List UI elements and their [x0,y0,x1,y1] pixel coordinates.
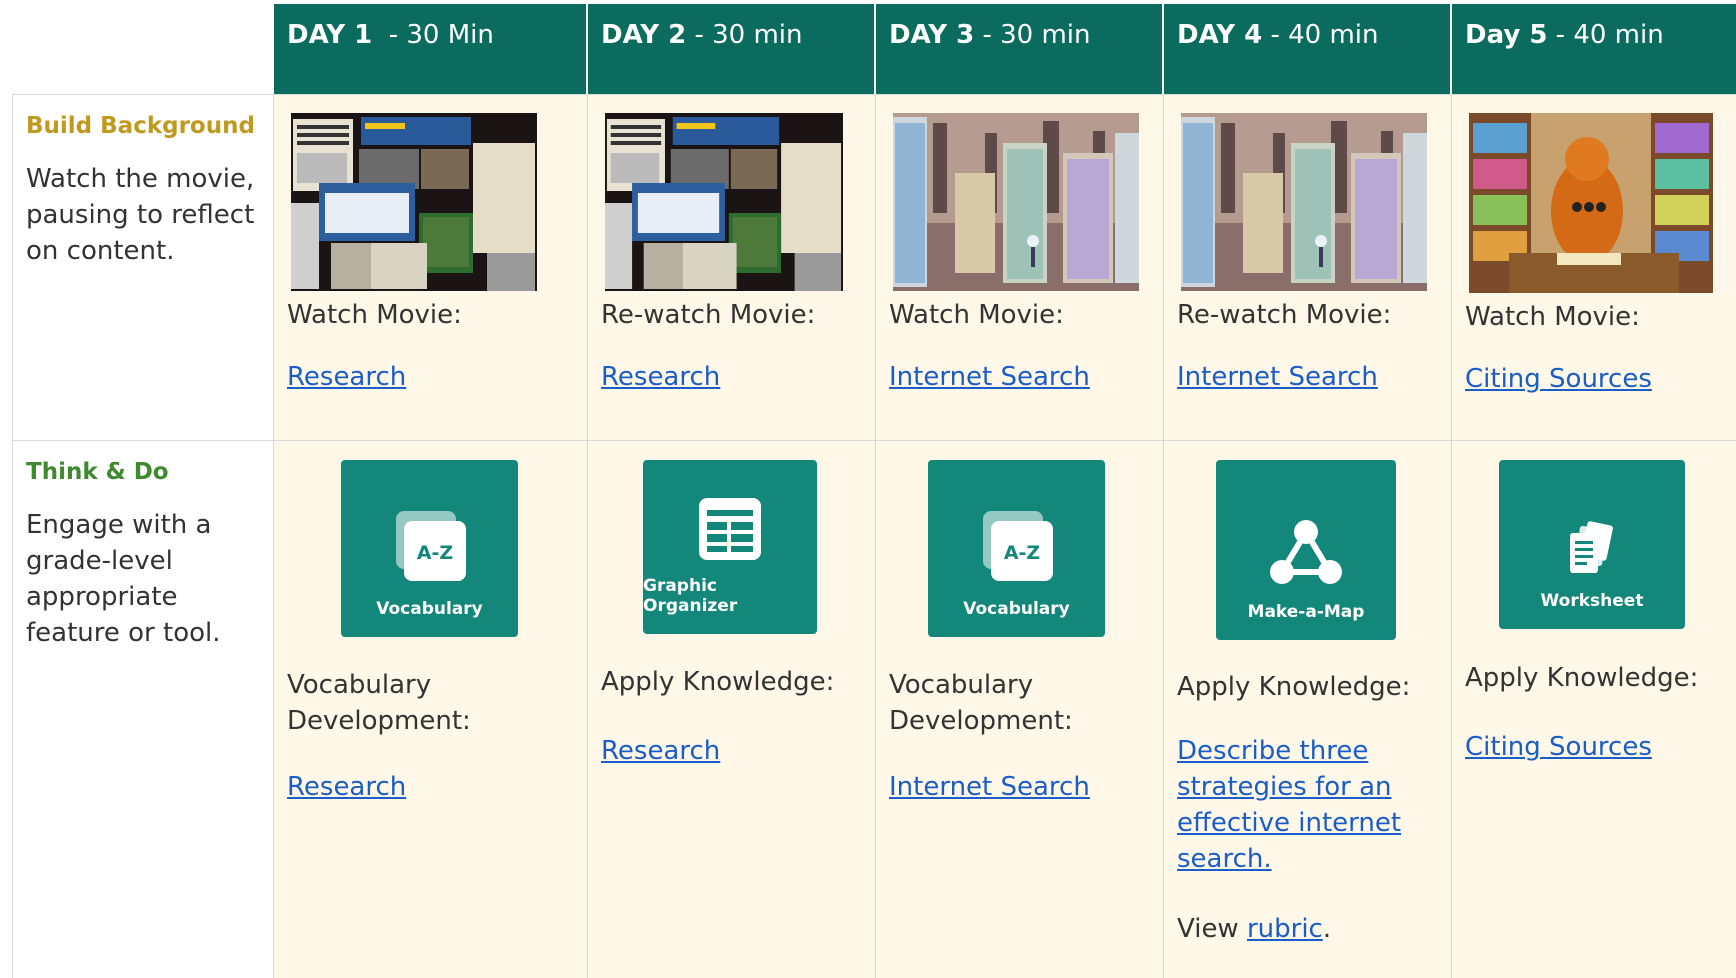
vocabulary-icon: A-Z [982,511,1053,581]
worksheet-icon [1570,521,1613,573]
row-label-think-and-do: Think & Do Engage with a grade-level app… [12,441,274,978]
view-rubric-line: View rubric. [1177,911,1331,947]
think-day-1-text: Vocabulary Development: [287,670,471,736]
think-day-5-cell: Worksheet Apply Knowledge: Citing Source… [1452,441,1736,978]
think-day-3-text: Vocabulary Development: [889,670,1073,736]
think-and-do-title: Think & Do [26,459,169,485]
internet-search-movie-thumbnail[interactable] [1181,113,1427,291]
build-day-5-text: Watch Movie: [1465,302,1640,332]
think-day-4-link[interactable]: Describe three strategies for an effecti… [1177,733,1417,877]
think-day-1-cell: A-Z Vocabulary Vocabulary Development: R… [274,441,588,978]
build-day-1-link[interactable]: Research [287,359,406,395]
make-a-map-tool-button[interactable]: Make-a-Map [1216,460,1396,640]
rubric-link[interactable]: rubric [1247,914,1323,944]
think-day-5-link[interactable]: Citing Sources [1465,729,1652,765]
build-background-title: Build Background [26,113,255,139]
internet-search-movie-thumbnail[interactable] [893,113,1139,291]
graphic-organizer-icon [699,498,761,560]
think-day-4-text: Apply Knowledge: [1177,672,1411,702]
svg-text:A-Z: A-Z [1003,542,1039,564]
build-day-5-link[interactable]: Citing Sources [1465,361,1652,397]
vocabulary-tile-label: Vocabulary [963,599,1070,619]
build-day-2-cell: Re-watch Movie: Research [588,94,876,441]
think-day-1-link[interactable]: Research [287,769,406,805]
research-movie-thumbnail[interactable] [605,113,843,291]
make-a-map-icon [1270,520,1342,584]
think-and-do-description: Engage with a grade-level appropriate fe… [26,510,221,648]
make-a-map-tile-label: Make-a-Map [1247,602,1365,622]
header-day-4: DAY 4 - 40 min [1164,4,1452,94]
worksheet-tool-button[interactable]: Worksheet [1499,460,1685,629]
row-label-build-background: Build Background Watch the movie, pausin… [12,94,274,441]
build-day-2-text: Re-watch Movie: [601,300,816,330]
think-day-2-link[interactable]: Research [601,733,720,769]
think-day-3-cell: A-Z Vocabulary Vocabulary Development: I… [876,441,1164,978]
build-background-description: Watch the movie, pausing to reflect on c… [26,164,255,266]
header-day-3: DAY 3 - 30 min [876,4,1164,94]
worksheet-tile-label: Worksheet [1540,591,1644,611]
build-day-4-link[interactable]: Internet Search [1177,359,1378,395]
build-day-1-cell: Watch Movie: Research [274,94,588,441]
view-rubric-suffix: . [1322,914,1332,944]
vocabulary-tile-label: Vocabulary [376,599,483,619]
vocabulary-tool-button[interactable]: A-Z Vocabulary [928,460,1105,637]
build-day-2-link[interactable]: Research [601,359,720,395]
research-movie-thumbnail[interactable] [291,113,537,291]
lesson-plan-table: DAY 1 - 30 Min DAY 2 - 30 min DAY 3 - 30… [0,0,1736,978]
think-day-2-cell: Graphic Organizer Apply Knowledge: Resea… [588,441,876,978]
graphic-organizer-tool-button[interactable]: Graphic Organizer [643,460,817,634]
think-day-5-text: Apply Knowledge: [1465,663,1699,693]
build-day-3-link[interactable]: Internet Search [889,359,1090,395]
vocabulary-tool-button[interactable]: A-Z Vocabulary [341,460,518,637]
header-day-1: DAY 1 - 30 Min [274,4,588,94]
vocabulary-icon: A-Z [395,511,466,581]
header-day-2: DAY 2 - 30 min [588,4,876,94]
header-day-5: Day 5 - 40 min [1452,4,1736,94]
build-day-1-text: Watch Movie: [287,300,462,330]
think-day-2-text: Apply Knowledge: [601,667,835,697]
citing-sources-movie-thumbnail[interactable] [1469,113,1713,293]
build-day-3-cell: Watch Movie: Internet Search [876,94,1164,441]
graphic-organizer-tile-label: Graphic Organizer [643,576,738,616]
build-day-4-text: Re-watch Movie: [1177,300,1392,330]
build-day-5-cell: Watch Movie: Citing Sources [1452,94,1736,441]
think-day-4-cell: Make-a-Map Apply Knowledge: Describe thr… [1164,441,1452,978]
view-rubric-prefix: View [1177,914,1247,944]
think-day-3-link[interactable]: Internet Search [889,769,1090,805]
build-day-4-cell: Re-watch Movie: Internet Search [1164,94,1452,441]
svg-text:A-Z: A-Z [416,542,452,564]
build-day-3-text: Watch Movie: [889,300,1064,330]
